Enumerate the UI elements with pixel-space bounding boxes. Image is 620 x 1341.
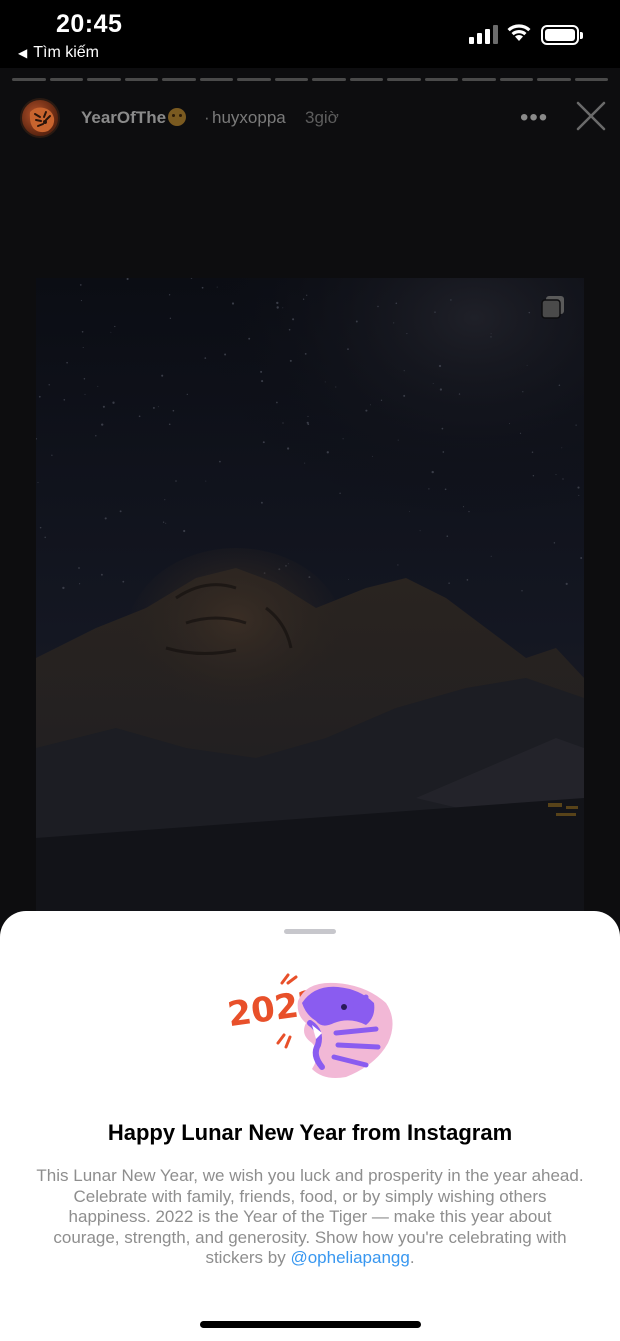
progress-segment (274, 78, 308, 81)
back-to-app-label: Tìm kiếm (33, 44, 100, 61)
story-photo (36, 278, 584, 928)
story-viewer: YearOfThe · huyxoppa 3giờ ••• (0, 68, 620, 928)
sheet-description: This Lunar New Year, we wish you luck an… (36, 1166, 584, 1269)
lunar-new-year-sheet: 2022 Happy Lunar New Year from Instagram… (0, 911, 620, 1341)
story-timestamp: 3giờ (305, 108, 339, 127)
status-bar: 20:45 ◀ Tìm kiếm (0, 0, 620, 70)
story-username[interactable]: YearOfThe (81, 108, 187, 128)
wifi-icon (507, 24, 531, 41)
progress-segment (499, 78, 533, 81)
sheet-title: Happy Lunar New Year from Instagram (107, 1120, 513, 1145)
progress-segment (162, 78, 196, 81)
tiger-face-icon (168, 108, 187, 126)
more-options-button[interactable]: ••• (520, 104, 548, 132)
progress-segment (387, 78, 421, 81)
status-time: 20:45 (56, 10, 123, 38)
home-indicator[interactable] (200, 1321, 421, 1328)
progress-segment (124, 78, 158, 81)
progress-segment (424, 78, 458, 81)
back-triangle-icon: ◀ (18, 46, 28, 60)
tiger-avatar-icon (29, 107, 55, 133)
progress-segment (12, 78, 46, 81)
progress-segment (537, 78, 571, 81)
story-header: YearOfThe · huyxoppa 3giờ ••• (18, 96, 608, 138)
story-progress-bar (12, 78, 608, 81)
battery-icon (541, 25, 583, 45)
mention-link[interactable]: @opheliapangg (290, 1248, 409, 1267)
multiple-stickers-icon (541, 296, 564, 319)
cellular-signal-icon (469, 24, 498, 44)
story-music-label[interactable]: huyxoppa (212, 108, 286, 128)
progress-segment (462, 78, 496, 81)
progress-segment (87, 78, 121, 81)
username-text: YearOfThe (81, 108, 167, 127)
progress-segment (49, 78, 83, 81)
mountain-tiger-image (36, 278, 584, 928)
progress-segment (574, 78, 608, 81)
header-separator: · (204, 108, 210, 127)
progress-segment (312, 78, 346, 81)
progress-segment (349, 78, 383, 81)
avatar[interactable] (20, 98, 60, 138)
back-to-app-link[interactable]: ◀ Tìm kiếm (18, 44, 99, 62)
sheet-body-end: . (409, 1248, 415, 1267)
progress-segment (237, 78, 271, 81)
sheet-grabber[interactable] (284, 929, 336, 934)
tiger-2022-sticker-icon: 2022 (226, 973, 393, 1078)
close-icon[interactable] (575, 100, 607, 132)
progress-segment (199, 78, 233, 81)
